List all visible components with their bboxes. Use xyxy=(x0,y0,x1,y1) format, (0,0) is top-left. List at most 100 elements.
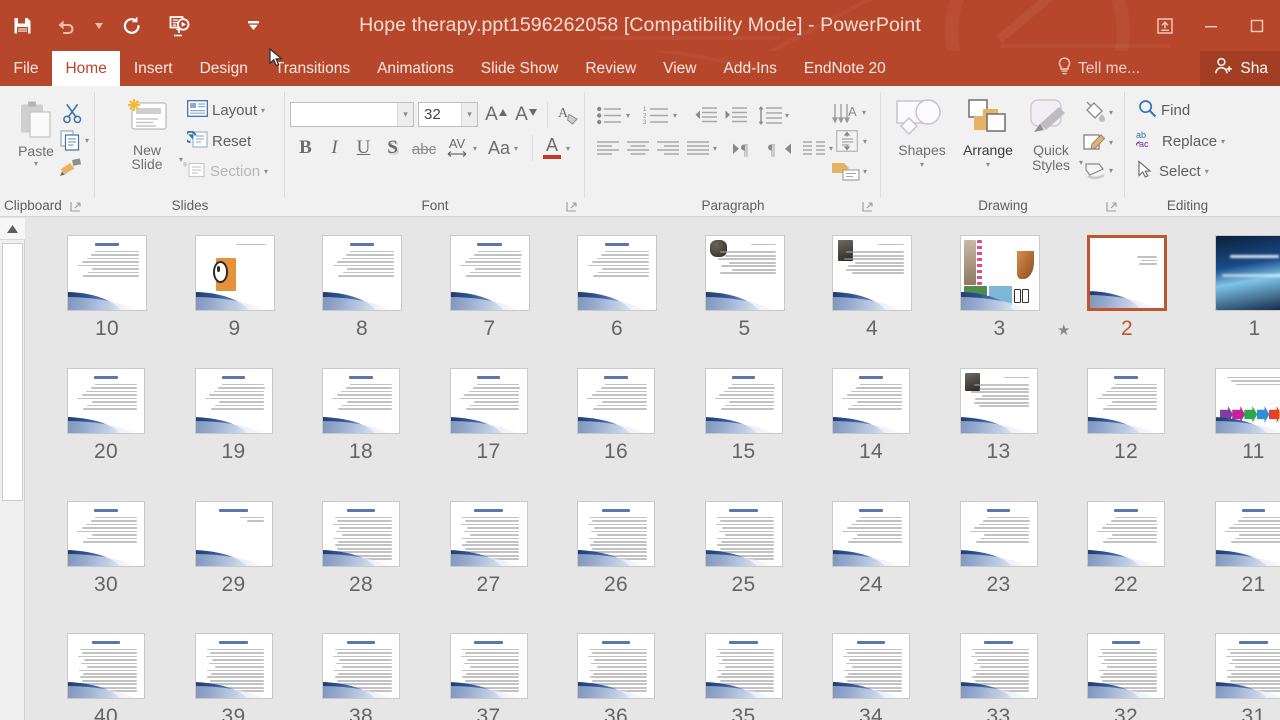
slide-thumbnail-27[interactable]: 27 xyxy=(449,501,550,596)
line-spacing-chevron-down-icon[interactable]: ▾ xyxy=(785,111,789,120)
slide-thumbnail-1[interactable]: 1 xyxy=(1214,235,1280,340)
slide-preview[interactable] xyxy=(959,633,1038,699)
tab-design[interactable]: Design xyxy=(186,51,261,86)
slide-thumbnail-9[interactable]: 9 xyxy=(194,235,297,340)
slide-thumbnail-15[interactable]: 15 xyxy=(704,368,805,463)
new-slide-button[interactable]: New Slide ▾ xyxy=(117,98,183,172)
slide-thumbnail-25[interactable]: 25 xyxy=(704,501,805,596)
slide-sorter-pane[interactable]: 10 9 8 7 6 5 4 3 2 ★ 1 20 19 18 17 16 15 14 13 12 11 30 29 28 27… xyxy=(0,218,1280,720)
undo-dropdown-chevron-down-icon[interactable] xyxy=(88,4,110,48)
slide-thumbnail-23[interactable]: 23 xyxy=(959,501,1060,596)
slide-preview[interactable] xyxy=(449,633,528,699)
share-button[interactable]: Sha xyxy=(1200,51,1280,86)
slide-thumbnail-6[interactable]: 6 xyxy=(577,235,679,340)
copy-chevron-down-icon[interactable]: ▾ xyxy=(85,136,89,145)
slide-thumbnail-4[interactable]: 4 xyxy=(832,235,934,340)
slide-thumbnail-26[interactable]: 26 xyxy=(577,501,677,596)
slide-preview[interactable] xyxy=(704,235,785,311)
slide-preview[interactable] xyxy=(1214,235,1280,311)
slide-preview[interactable] xyxy=(704,633,783,699)
slide-thumbnail-14[interactable]: 14 xyxy=(832,368,932,463)
replace-chevron-down-icon[interactable]: ▾ xyxy=(1221,137,1225,146)
layout-chevron-down-icon[interactable]: ▾ xyxy=(261,106,265,115)
shape-outline-icon[interactable] xyxy=(1081,130,1107,154)
slide-thumbnail-12[interactable]: 12 xyxy=(1087,368,1187,463)
slide-thumbnail-34[interactable]: 34 xyxy=(832,633,932,720)
slide-preview[interactable] xyxy=(1087,501,1165,567)
align-left-icon[interactable] xyxy=(595,136,621,162)
slide-preview[interactable] xyxy=(449,235,530,311)
slide-thumbnail-31[interactable]: 31 xyxy=(1214,633,1280,720)
copy-icon[interactable] xyxy=(58,128,82,152)
shape-fill-chevron-down-icon[interactable]: ▾ xyxy=(1109,108,1113,117)
slide-preview[interactable] xyxy=(67,501,145,567)
tab-insert[interactable]: Insert xyxy=(120,51,186,86)
font-size-chevron-down-icon[interactable]: ▾ xyxy=(461,103,477,126)
shapes-chevron-down-icon[interactable]: ▾ xyxy=(920,160,924,169)
numbering-icon[interactable]: 1 2 3 xyxy=(642,102,670,128)
slideshow-icon[interactable] xyxy=(158,4,202,48)
slide-preview[interactable] xyxy=(1087,633,1165,699)
tab-slide-show[interactable]: Slide Show xyxy=(467,51,572,86)
slide-thumbnail-21[interactable]: 21 xyxy=(1214,501,1280,596)
justify-chevron-down-icon[interactable]: ▾ xyxy=(713,144,717,153)
bullets-chevron-down-icon[interactable]: ▾ xyxy=(626,111,630,120)
slide-thumbnail-13[interactable]: 13 xyxy=(959,368,1060,463)
arrange-chevron-down-icon[interactable]: ▾ xyxy=(986,160,990,169)
slide-thumbnail-40[interactable]: 40 xyxy=(67,633,167,720)
slide-thumbnail-29[interactable]: 29 xyxy=(194,501,295,596)
tab-endnote-20[interactable]: EndNote 20 xyxy=(790,51,899,86)
slide-preview[interactable] xyxy=(704,368,783,434)
slide-thumbnail-20[interactable]: 20 xyxy=(67,368,167,463)
format-painter-icon[interactable] xyxy=(58,155,82,179)
slide-thumbnail-18[interactable]: 18 xyxy=(322,368,422,463)
tab-file[interactable]: File xyxy=(0,51,52,86)
slide-preview[interactable] xyxy=(959,501,1038,567)
slide-thumbnail-7[interactable]: 7 xyxy=(449,235,552,340)
line-spacing-icon[interactable] xyxy=(755,102,783,128)
font-color-icon[interactable]: A xyxy=(540,133,564,161)
justify-icon[interactable] xyxy=(685,136,711,162)
ribbon-options-icon[interactable] xyxy=(1142,6,1188,46)
smartart-chevron-down-icon[interactable]: ▾ xyxy=(863,167,867,176)
text-direction-icon[interactable]: A xyxy=(831,100,861,126)
slide-thumbnail-24[interactable]: 24 xyxy=(832,501,932,596)
slide-preview[interactable] xyxy=(832,633,910,699)
text-shadow-icon[interactable]: S xyxy=(381,135,404,161)
minimize-icon[interactable] xyxy=(1188,6,1234,46)
slide-preview[interactable] xyxy=(832,235,912,311)
text-direction-chevron-down-icon[interactable]: ▾ xyxy=(862,108,866,117)
vertical-scrollbar[interactable] xyxy=(0,218,25,720)
character-spacing-chevron-down-icon[interactable]: ▾ xyxy=(473,144,477,153)
slide-thumbnail-35[interactable]: 35 xyxy=(704,633,805,720)
tab-home[interactable]: Home xyxy=(51,51,121,86)
ltr-text-direction-icon[interactable]: ¶ xyxy=(730,136,758,162)
change-case-chevron-down-icon[interactable]: ▾ xyxy=(514,144,518,153)
layout-button[interactable]: Layout ▾ xyxy=(187,100,265,121)
tab-animations[interactable]: Animations xyxy=(364,51,468,86)
find-button[interactable]: Find xyxy=(1138,99,1190,122)
underline-icon[interactable]: U xyxy=(352,135,375,161)
clear-formatting-icon[interactable]: A xyxy=(555,102,581,128)
tab-add-ins[interactable]: Add-Ins xyxy=(710,51,790,86)
slide-thumbnail-37[interactable]: 37 xyxy=(449,633,550,720)
align-center-icon[interactable] xyxy=(625,136,651,162)
slide-preview[interactable] xyxy=(959,368,1038,434)
reset-button[interactable]: Reset xyxy=(184,130,251,152)
decrease-indent-icon[interactable] xyxy=(692,102,718,128)
slide-thumbnail-17[interactable]: 17 xyxy=(449,368,550,463)
font-size-combobox[interactable]: 32 ▾ xyxy=(418,102,478,127)
slide-preview[interactable] xyxy=(832,501,910,567)
slide-preview[interactable] xyxy=(1214,368,1280,434)
slide-preview[interactable] xyxy=(959,235,1040,311)
animation-star-icon[interactable]: ★ xyxy=(1057,323,1070,338)
slide-preview[interactable] xyxy=(704,501,783,567)
align-right-icon[interactable] xyxy=(655,136,681,162)
cut-scissors-icon[interactable] xyxy=(60,101,84,125)
slide-preview[interactable] xyxy=(322,501,400,567)
increase-indent-icon[interactable] xyxy=(722,102,748,128)
slide-thumbnail-2[interactable]: 2 ★ xyxy=(1057,235,1189,340)
slide-preview[interactable] xyxy=(577,235,657,311)
section-button[interactable]: Section ▾ xyxy=(183,161,268,182)
font-color-chevron-down-icon[interactable]: ▾ xyxy=(566,144,570,153)
